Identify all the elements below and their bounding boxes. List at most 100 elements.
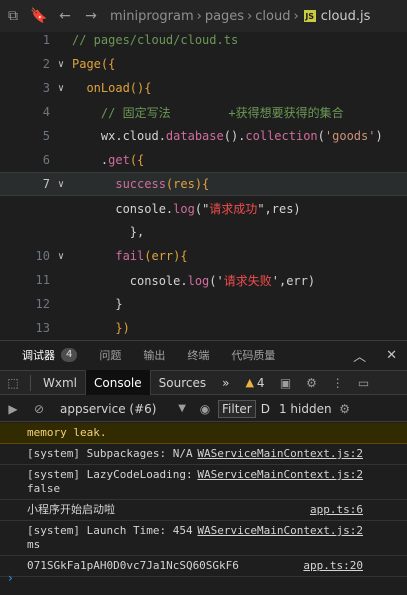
panel-tab[interactable]: 问题 xyxy=(99,347,121,363)
line-number: 5 xyxy=(42,129,50,143)
breadcrumb-file[interactable]: cloud.js xyxy=(321,9,371,24)
code-token: 'goods' xyxy=(324,129,376,143)
code-token: (' xyxy=(209,273,224,288)
code-line[interactable]: 3 ∨ onLoad(){ xyxy=(0,76,407,100)
code-token: log xyxy=(187,273,210,288)
code-line[interactable]: 11 console.log('请求失败',err) xyxy=(0,268,407,292)
code-token: ( xyxy=(317,129,325,143)
sidebar-toggle-icon[interactable]: ▶ xyxy=(0,402,26,416)
code-line[interactable]: 13 }) xyxy=(0,316,407,338)
breadcrumb-item[interactable]: miniprogram xyxy=(110,9,194,24)
code-text: fail(err){ xyxy=(72,249,188,263)
warning-icon: ▲ xyxy=(245,376,254,389)
code-line[interactable]: 6 .get({ xyxy=(0,148,407,172)
console-settings-icon[interactable]: ⚙ xyxy=(332,402,358,416)
code-token: success xyxy=(72,177,166,191)
code-token: (res){ xyxy=(165,177,210,191)
chevron-right-icon: › xyxy=(247,8,253,24)
log-source-link[interactable]: WAServiceMainContext.js:2 xyxy=(197,468,363,482)
code-token: get xyxy=(108,153,130,167)
log-message: memory leak. xyxy=(27,426,107,439)
log-source-link[interactable]: WAServiceMainContext.js:2 xyxy=(197,524,363,538)
code-line[interactable]: 12 } xyxy=(0,292,407,316)
panel-tab-label: 调试器 xyxy=(22,349,55,362)
tab-console[interactable]: Console xyxy=(85,370,151,395)
console-prompt-icon[interactable]: › xyxy=(8,571,13,585)
code-text: .get({ xyxy=(72,153,144,167)
count-badge: 4 xyxy=(61,348,78,362)
tab-sources[interactable]: Sources xyxy=(151,370,214,395)
code-token: fail xyxy=(72,249,145,263)
more-tabs-icon[interactable]: » xyxy=(214,370,237,395)
code-text: onLoad(){ xyxy=(72,81,151,95)
code-line[interactable]: }, xyxy=(0,220,407,244)
console-log-row: [system] LazyCodeLoading: false WAService… xyxy=(0,465,407,500)
code-text: console.log("请求成功",res) xyxy=(72,200,301,217)
code-line[interactable]: 2 ∨ Page({ xyxy=(0,52,407,76)
dropdown-arrow-icon: ▼ xyxy=(178,403,186,414)
filter-input[interactable]: Filter xyxy=(218,399,256,418)
log-source-link[interactable]: app.ts:20 xyxy=(303,559,363,573)
more-options-icon[interactable]: ⋮ xyxy=(325,376,351,390)
panel-tab[interactable]: 终端 xyxy=(187,347,209,363)
panel-actions: ︿ ✕ xyxy=(353,341,397,369)
devtools-tab-bar: ⬚ Wxml Console Sources » ▲ 4 ▣ ⚙ ⋮ ▭ xyxy=(0,370,407,395)
context-select[interactable]: appservice (#6) ▼ xyxy=(52,402,192,416)
panel-tab-label: 输出 xyxy=(143,349,166,362)
code-token: collection xyxy=(245,129,318,143)
code-text: }) xyxy=(72,321,129,335)
code-line[interactable]: 4 // 固定写法 +获得想要获得的集合 xyxy=(0,100,407,124)
console-log-row: 071SGkFa1pAH0D0vc7Ja1NcSQ60SGkF6 app.ts:2… xyxy=(0,556,407,577)
code-token: 请求成功 xyxy=(209,201,258,216)
dock-icon[interactable]: ▭ xyxy=(351,376,377,390)
code-token: log xyxy=(173,201,195,216)
tab-wxml[interactable]: Wxml xyxy=(35,370,85,395)
chevron-right-icon: › xyxy=(196,8,202,24)
js-file-icon: JS xyxy=(303,10,316,22)
code-line[interactable]: 7 ∨ success(res){ xyxy=(0,172,407,196)
fold-chevron-icon[interactable]: ∨ xyxy=(50,179,72,190)
log-source-link[interactable]: WAServiceMainContext.js:2 xyxy=(197,447,363,461)
code-token: ",res) xyxy=(257,201,301,216)
settings-gear-icon[interactable]: ⚙ xyxy=(299,376,325,390)
code-line[interactable]: console.log("请求成功",res) xyxy=(0,196,407,220)
warning-count: 4 xyxy=(256,375,265,390)
code-token: (err){ xyxy=(144,249,188,263)
code-text: } xyxy=(72,297,122,311)
code-editor[interactable]: 1// pages/cloud/cloud.ts 2 ∨ Page({3 ∨ onLoa… xyxy=(0,28,407,338)
clear-console-icon[interactable]: ⊘ xyxy=(26,402,52,416)
panel-tab-label: 问题 xyxy=(99,349,122,362)
panel-tab[interactable]: 代码质量 xyxy=(231,347,275,363)
console-toolbar: ▶ ⊘ appservice (#6) ▼ ◉ Filter D 1 hidde… xyxy=(0,396,407,422)
code-line[interactable]: 5 wx.cloud.database().collection('goods'… xyxy=(0,124,407,148)
code-token: console. xyxy=(72,273,188,288)
fold-chevron-icon[interactable]: ∨ xyxy=(50,59,72,70)
breadcrumb-item[interactable]: cloud xyxy=(255,9,290,24)
panel-tab[interactable]: 调试器 4 xyxy=(22,347,78,363)
code-token: (). xyxy=(223,129,246,143)
hidden-count: 1 hidden xyxy=(278,401,332,416)
breadcrumb-item[interactable]: pages xyxy=(205,9,244,24)
panel-tab[interactable]: 输出 xyxy=(143,347,165,363)
code-token: ({ xyxy=(129,153,145,167)
warning-counter[interactable]: ▲ 4 xyxy=(237,370,272,395)
eye-icon[interactable]: ◉ xyxy=(192,402,218,416)
code-line[interactable]: 10 ∨ fail(err){ xyxy=(0,244,407,268)
code-text: console.log('请求失败',err) xyxy=(72,272,315,289)
inspect-element-icon[interactable]: ⬚ xyxy=(0,376,26,390)
code-token: ) xyxy=(375,129,383,143)
close-panel-icon[interactable]: ✕ xyxy=(386,348,397,363)
line-number: 2 xyxy=(42,57,50,71)
fold-chevron-icon[interactable]: ∨ xyxy=(50,83,72,94)
fold-chevron-icon[interactable]: ∨ xyxy=(50,251,72,262)
line-number: 1 xyxy=(42,33,50,47)
code-line[interactable]: 1 // pages/cloud/cloud.ts xyxy=(0,28,407,52)
code-token: ',err) xyxy=(271,273,316,288)
breadcrumb: miniprogram › pages › cloud › JS cloud.j… xyxy=(110,9,370,24)
code-text: Page({ xyxy=(72,57,115,71)
log-source-link[interactable]: app.ts:6 xyxy=(310,503,363,517)
panel-tab-label: 代码质量 xyxy=(231,349,276,362)
collapse-panel-icon[interactable]: ︿ xyxy=(353,346,366,365)
info-icon[interactable]: ▣ xyxy=(273,376,299,390)
line-number: 6 xyxy=(42,153,50,167)
